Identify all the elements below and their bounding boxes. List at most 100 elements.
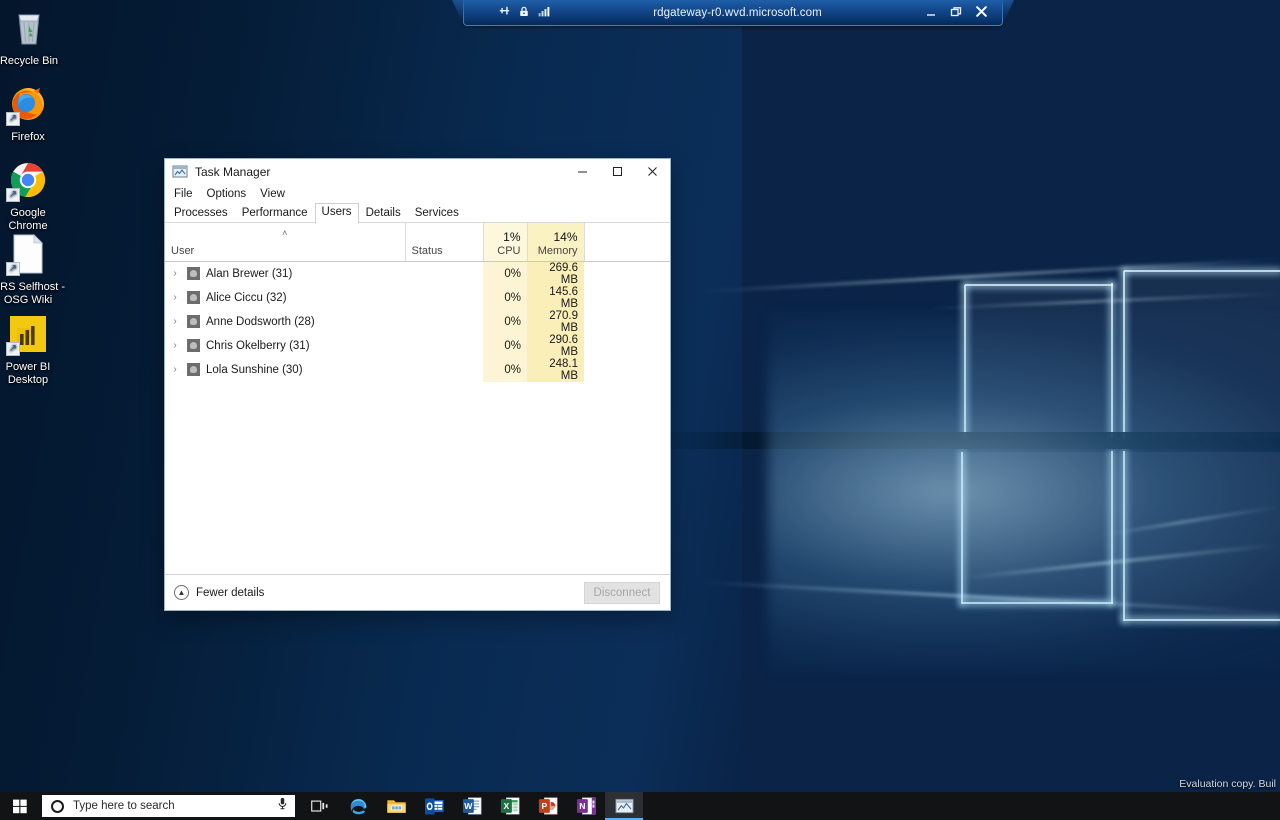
column-header-memory[interactable]: 14% Memory — [527, 223, 584, 261]
cell-user: › Alice Ciccu (32) — [165, 286, 405, 310]
column-header-user[interactable]: ˄ User — [165, 223, 405, 261]
cell-cpu: 0% — [483, 358, 527, 382]
cell-memory: 270.9 MB — [527, 310, 584, 334]
desktop-icon-mrs-selfhost-osg-wiki[interactable]: ↗ MRS Selfhost - OSG Wiki — [0, 232, 65, 306]
rdp-close-button[interactable] — [975, 5, 988, 20]
task-manager-taskbar-button[interactable] — [605, 792, 643, 820]
svg-text:P: P — [541, 801, 547, 811]
cell-status — [405, 358, 483, 382]
search-input[interactable]: Type here to search — [42, 795, 295, 817]
task-manager-window-controls — [565, 159, 670, 184]
file-explorer-button[interactable] — [377, 792, 415, 820]
rdp-host-name: rdgateway-r0.wvd.microsoft.com — [550, 7, 925, 19]
tab-processes[interactable]: Processes — [167, 205, 235, 223]
disconnect-button[interactable]: Disconnect — [584, 582, 660, 604]
menu-options[interactable]: Options — [207, 188, 247, 200]
rdp-connection-bar[interactable]: rdgateway-r0.wvd.microsoft.com — [463, 0, 1003, 26]
user-name: Lola Sunshine (30) — [206, 364, 303, 376]
maximize-button[interactable] — [600, 159, 635, 184]
cell-status — [405, 261, 483, 286]
outlook-button[interactable] — [415, 792, 453, 820]
cell-status — [405, 310, 483, 334]
minimize-button[interactable] — [565, 159, 600, 184]
onenote-button[interactable]: N — [567, 792, 605, 820]
tab-details[interactable]: Details — [359, 205, 408, 223]
start-button[interactable] — [0, 792, 40, 820]
desktop-screen: Recycle Bin ↗ Firefox — [0, 0, 1280, 820]
menu-view[interactable]: View — [260, 188, 285, 200]
document-shortcut-icon: ↗ — [6, 232, 50, 276]
desktop-icon-firefox[interactable]: ↗ Firefox — [0, 82, 65, 144]
column-header-status[interactable]: Status — [405, 223, 483, 261]
memory-total-percent: 14% — [534, 230, 578, 244]
desktop-icon-google-chrome[interactable]: ↗ Google Chrome — [0, 158, 65, 232]
tab-services[interactable]: Services — [408, 205, 466, 223]
users-table-body: ›Alan Brewer (31)0%269.6 MB›Alice Ciccu … — [165, 261, 670, 382]
chevron-right-icon[interactable]: › — [169, 340, 181, 351]
user-account-icon — [187, 339, 200, 352]
fewer-details-label: Fewer details — [196, 587, 264, 599]
user-account-icon — [187, 363, 200, 376]
users-table-empty-area — [165, 382, 670, 575]
cell-user: › Anne Dodsworth (28) — [165, 310, 405, 334]
table-row[interactable]: ›Lola Sunshine (30)0%248.1 MB — [165, 358, 670, 382]
word-button[interactable]: W — [453, 792, 491, 820]
svg-text:N: N — [579, 801, 585, 811]
desktop-icon-label: MRS Selfhost - OSG Wiki — [0, 281, 65, 306]
logo-edge-5 — [1124, 270, 1280, 272]
rdp-minimize-button[interactable] — [925, 6, 937, 20]
lock-icon[interactable] — [518, 5, 530, 21]
pin-icon[interactable] — [498, 5, 511, 21]
user-name: Alice Ciccu (32) — [206, 292, 287, 304]
taskbar: Type here to search — [0, 792, 1280, 820]
task-manager-tabs: Processes Performance Users Details Serv… — [165, 203, 670, 223]
task-manager-icon — [172, 164, 188, 180]
desktop-icon-label: Power BI Desktop — [0, 361, 65, 386]
cell-user: › Lola Sunshine (30) — [165, 358, 405, 382]
fewer-details-button[interactable]: ▲ Fewer details — [174, 585, 264, 600]
user-name: Anne Dodsworth (28) — [206, 316, 315, 328]
shortcut-overlay-icon: ↗ — [6, 188, 20, 202]
microsoft-edge-button[interactable] — [339, 792, 377, 820]
column-header-status-label: Status — [412, 245, 477, 257]
task-view-button[interactable] — [301, 792, 339, 820]
column-header-cpu-label: CPU — [490, 245, 521, 257]
chevron-right-icon[interactable]: › — [169, 316, 181, 327]
signal-strength-icon[interactable] — [537, 5, 550, 21]
cell-cpu: 0% — [483, 310, 527, 334]
powerpoint-button[interactable]: P — [529, 792, 567, 820]
task-manager-menubar: File Options View — [165, 184, 670, 203]
user-name: Chris Okelberry (31) — [206, 340, 310, 352]
desktop-icon-label: Firefox — [0, 131, 65, 144]
menu-file[interactable]: File — [174, 188, 193, 200]
chevron-right-icon[interactable]: › — [169, 292, 181, 303]
shortcut-overlay-icon: ↗ — [6, 112, 20, 126]
tab-users[interactable]: Users — [315, 203, 359, 224]
column-header-cpu[interactable]: 1% CPU — [483, 223, 527, 261]
user-account-icon — [187, 291, 200, 304]
table-row[interactable]: ›Chris Okelberry (31)0%290.6 MB — [165, 334, 670, 358]
cell-cpu: 0% — [483, 261, 527, 286]
chevron-right-icon[interactable]: › — [169, 364, 181, 375]
desktop-icon-label: Recycle Bin — [0, 55, 66, 68]
task-manager-window[interactable]: Task Manager File Options View Processes… — [164, 158, 671, 611]
power-bi-icon: ↗ — [6, 312, 50, 356]
excel-button[interactable]: X — [491, 792, 529, 820]
close-button[interactable] — [635, 159, 670, 184]
desktop-icon-power-bi-desktop[interactable]: ↗ Power BI Desktop — [0, 312, 65, 386]
desktop-icon-recycle-bin[interactable]: Recycle Bin — [0, 6, 66, 68]
cell-filler — [584, 286, 670, 310]
sort-ascending-icon: ˄ — [282, 229, 287, 238]
task-manager-titlebar[interactable]: Task Manager — [165, 159, 670, 184]
user-name: Alan Brewer (31) — [206, 268, 292, 280]
table-row[interactable]: ›Alice Ciccu (32)0%145.6 MB — [165, 286, 670, 310]
firefox-icon: ↗ — [6, 82, 50, 126]
rdp-restore-button[interactable] — [950, 6, 962, 20]
cell-filler — [584, 358, 670, 382]
cell-cpu: 0% — [483, 286, 527, 310]
microphone-icon[interactable] — [277, 797, 288, 815]
table-row[interactable]: ›Alan Brewer (31)0%269.6 MB — [165, 261, 670, 286]
chevron-right-icon[interactable]: › — [169, 268, 181, 279]
tab-performance[interactable]: Performance — [235, 205, 315, 223]
table-row[interactable]: › Anne Dodsworth (28) 0%270.9 MB — [165, 310, 670, 334]
